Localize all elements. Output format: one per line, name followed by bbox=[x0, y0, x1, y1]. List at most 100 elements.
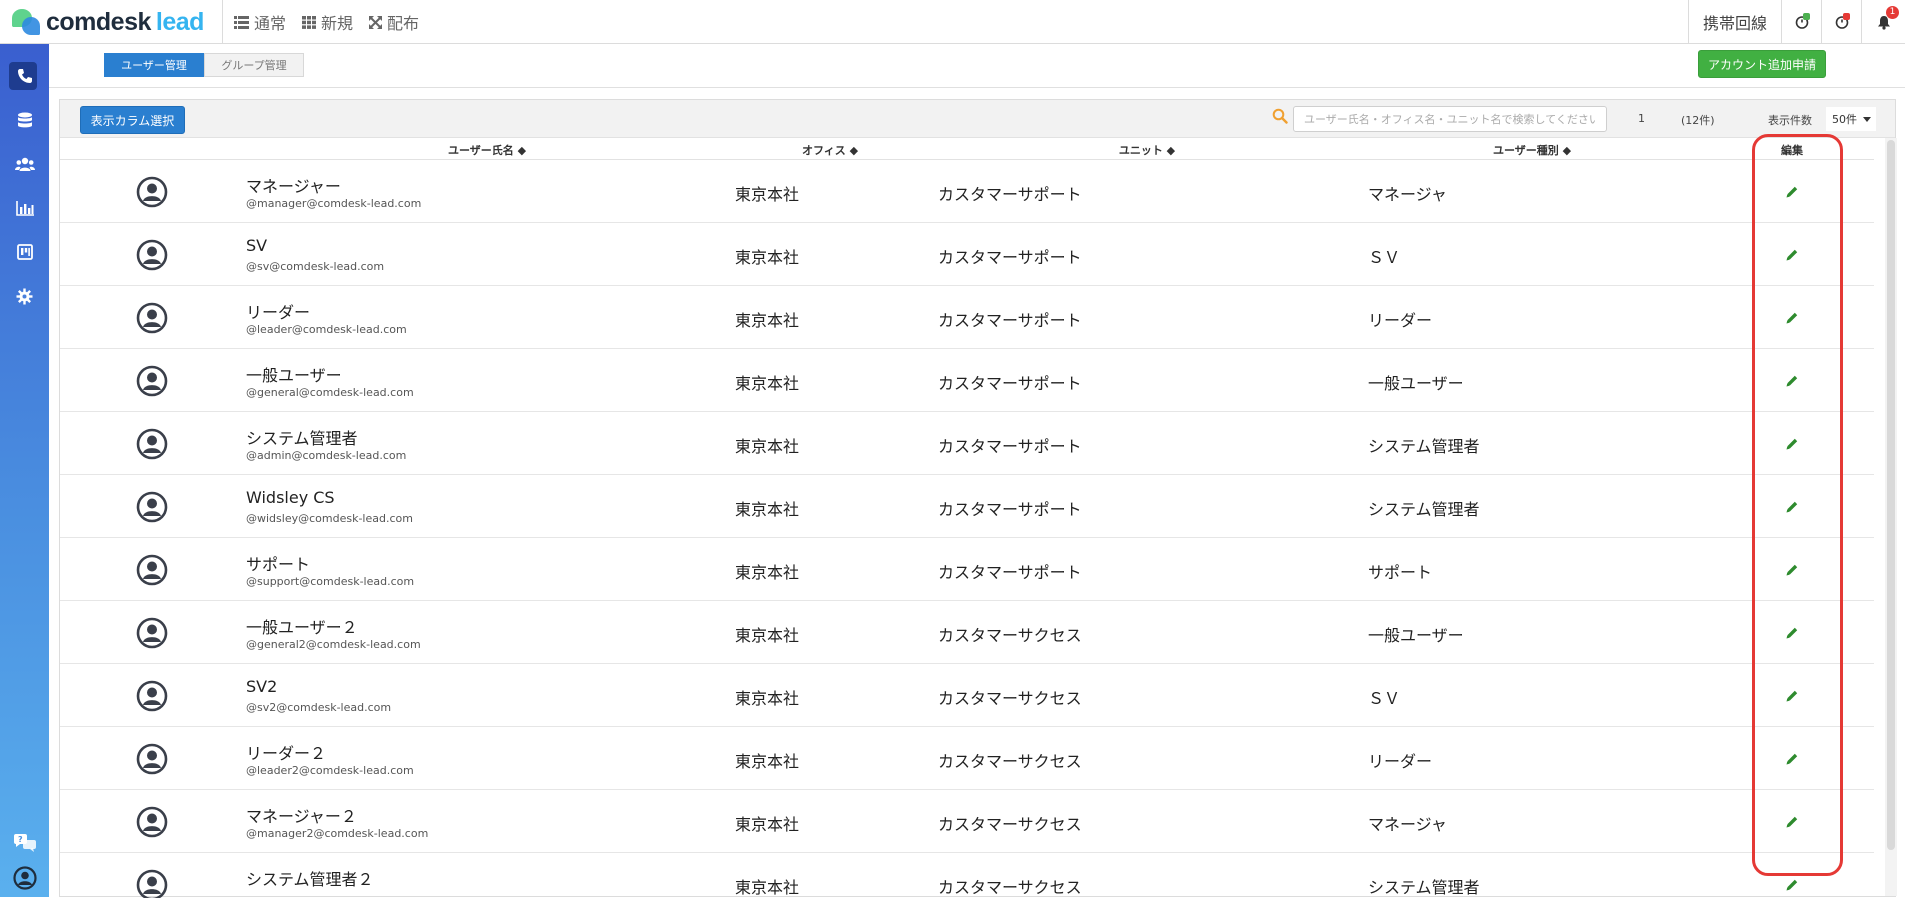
edit-user-button[interactable] bbox=[1783, 309, 1801, 327]
table-row: リーダー @leader@comdesk-lead.com 東京本社 カスタマーサポー… bbox=[60, 286, 1874, 349]
user-unit: カスタマーサポート bbox=[938, 311, 1082, 330]
user-avatar-icon bbox=[136, 617, 168, 649]
total-count: (12件) bbox=[1681, 114, 1715, 127]
list-icon bbox=[234, 15, 249, 29]
table-row: SV @sv@comdesk-lead.com 東京本社 カスタマーサポート ＳＶ bbox=[60, 223, 1874, 286]
app-logo[interactable]: comdesk lead bbox=[12, 7, 204, 37]
edit-user-button[interactable] bbox=[1783, 561, 1801, 579]
user-name: サポート bbox=[246, 555, 311, 574]
sidebar-item-database[interactable] bbox=[0, 103, 49, 137]
header-right: 携帯回線 1 bbox=[1687, 0, 1905, 44]
pencil-icon bbox=[1786, 753, 1798, 765]
user-office: 東京本社 bbox=[735, 437, 800, 456]
pencil-icon bbox=[1786, 375, 1798, 387]
logo-mark-icon bbox=[12, 7, 42, 37]
table-row: リーダー２ @leader2@comdesk-lead.com 東京本社 カスタマーサ… bbox=[60, 727, 1874, 790]
user-email: @general2@comdesk-lead.com bbox=[246, 638, 421, 651]
edit-user-button[interactable] bbox=[1783, 687, 1801, 705]
sidebar-item-settings[interactable] bbox=[0, 279, 49, 313]
user-office: 東京本社 bbox=[735, 752, 800, 771]
chevron-down-icon bbox=[1863, 116, 1871, 122]
table-toolbar: 表示カラム選択 1 (12件) 表示件数 50件 bbox=[60, 100, 1895, 138]
user-avatar-icon bbox=[136, 302, 168, 334]
column-header-name[interactable]: ユーザー氏名 ◆ bbox=[448, 142, 526, 158]
user-office: 東京本社 bbox=[735, 185, 800, 204]
user-type: 一般ユーザー bbox=[1368, 374, 1464, 393]
sidebar-item-users[interactable] bbox=[0, 147, 49, 181]
top-header: comdesk lead 通常 新規 配布 携帯回線 1 bbox=[0, 0, 1905, 44]
user-office: 東京本社 bbox=[735, 689, 800, 708]
page-number[interactable]: 1 bbox=[1638, 112, 1645, 125]
column-header-type[interactable]: ユーザー種別 ◆ bbox=[1493, 142, 1571, 158]
nav-distribute[interactable]: 配布 bbox=[361, 0, 427, 44]
edit-user-button[interactable] bbox=[1783, 246, 1801, 264]
per-page-label: 表示件数 bbox=[1768, 114, 1812, 127]
per-page-select[interactable]: 50件 bbox=[1826, 107, 1876, 131]
user-office: 東京本社 bbox=[735, 500, 800, 519]
column-header-office[interactable]: オフィス ◆ bbox=[802, 142, 858, 158]
user-name: リーダー bbox=[246, 303, 311, 322]
user-type: ＳＶ bbox=[1368, 248, 1401, 267]
sidebar-item-phone[interactable] bbox=[0, 59, 49, 93]
user-avatar-icon bbox=[136, 428, 168, 460]
nav-normal[interactable]: 通常 bbox=[226, 0, 294, 44]
add-account-button[interactable]: アカウント追加申請 bbox=[1698, 50, 1826, 78]
sidebar-item-account[interactable] bbox=[0, 861, 49, 895]
user-email: @sv2@comdesk-lead.com bbox=[246, 701, 392, 714]
top-nav: 通常 新規 配布 bbox=[226, 0, 427, 44]
user-email: @sv@comdesk-lead.com bbox=[246, 260, 385, 273]
edit-user-button[interactable] bbox=[1783, 624, 1801, 642]
nav-new-label: 新規 bbox=[321, 14, 354, 33]
user-unit: カスタマーサポート bbox=[938, 374, 1082, 393]
per-page-value: 50件 bbox=[1832, 113, 1857, 126]
user-unit: カスタマーサポート bbox=[938, 248, 1082, 267]
column-header-unit[interactable]: ユニット ◆ bbox=[1119, 142, 1175, 158]
table-header: ユーザー氏名 ◆ オフィス ◆ ユニット ◆ ユーザー種別 ◆ 編集 bbox=[60, 138, 1874, 160]
tab-user-management[interactable]: ユーザー管理 bbox=[104, 53, 204, 77]
user-type: システム管理者 bbox=[1368, 437, 1480, 456]
alert-timer-button[interactable] bbox=[1821, 0, 1861, 44]
search-input[interactable] bbox=[1293, 106, 1607, 132]
user-name: マネージャー２ bbox=[246, 807, 357, 826]
user-unit: カスタマーサポート bbox=[938, 500, 1082, 519]
edit-user-button[interactable] bbox=[1783, 876, 1801, 894]
user-avatar-icon bbox=[136, 743, 168, 775]
edit-user-button[interactable] bbox=[1783, 498, 1801, 516]
user-avatar-icon bbox=[136, 239, 168, 271]
notification-button[interactable]: 1 bbox=[1861, 0, 1905, 44]
grid-icon bbox=[302, 15, 317, 29]
user-unit: カスタマーサクセス bbox=[938, 689, 1082, 708]
user-avatar-icon bbox=[136, 806, 168, 838]
board-icon bbox=[16, 244, 33, 260]
edit-user-button[interactable] bbox=[1783, 750, 1801, 768]
scrollbar-thumb[interactable] bbox=[1887, 140, 1895, 850]
logo-text-accent: lead bbox=[155, 7, 205, 36]
tab-group-management[interactable]: グループ管理 bbox=[204, 53, 304, 77]
edit-user-button[interactable] bbox=[1783, 813, 1801, 831]
edit-user-button[interactable] bbox=[1783, 435, 1801, 453]
sidebar-item-help[interactable]: ? bbox=[0, 826, 49, 860]
nav-new[interactable]: 新規 bbox=[294, 0, 361, 44]
pencil-icon bbox=[1786, 690, 1798, 702]
mobile-line-button[interactable]: 携帯回線 bbox=[1687, 0, 1781, 44]
user-name: マネージャー bbox=[246, 177, 341, 196]
search-icon bbox=[1272, 108, 1288, 124]
nav-distribute-label: 配布 bbox=[387, 14, 420, 33]
user-unit: カスタマーサポート bbox=[938, 185, 1082, 204]
pencil-icon bbox=[1786, 879, 1798, 891]
edit-user-button[interactable] bbox=[1783, 372, 1801, 390]
pencil-icon bbox=[1786, 249, 1798, 261]
pencil-icon bbox=[1786, 501, 1798, 513]
user-email: @general@comdesk-lead.com bbox=[246, 386, 414, 399]
select-columns-button[interactable]: 表示カラム選択 bbox=[80, 106, 185, 134]
user-avatar-icon bbox=[136, 491, 168, 523]
user-email: @support@comdesk-lead.com bbox=[246, 575, 415, 588]
user-office: 東京本社 bbox=[735, 815, 800, 834]
svg-text:?: ? bbox=[18, 835, 23, 844]
table-body: マネージャー @manager@comdesk-lead.com 東京本社 カスタマー… bbox=[60, 160, 1874, 898]
sidebar-item-reports[interactable] bbox=[0, 191, 49, 225]
status-timer-button[interactable] bbox=[1781, 0, 1821, 44]
edit-user-button[interactable] bbox=[1783, 183, 1801, 201]
pencil-icon bbox=[1786, 816, 1798, 828]
sidebar-item-board[interactable] bbox=[0, 235, 49, 269]
